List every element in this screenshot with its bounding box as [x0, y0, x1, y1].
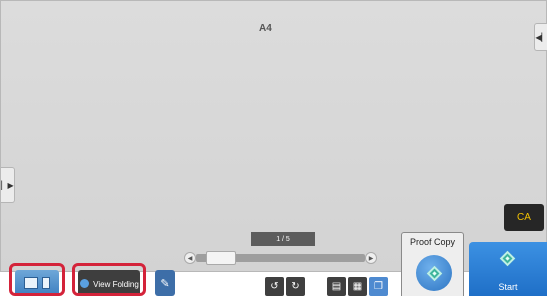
list-view-button[interactable]: ▤ [327, 277, 346, 296]
edit-icon: ✎ [160, 277, 170, 290]
start-diamond-icon [426, 265, 442, 281]
clear-all-button[interactable]: CA [504, 204, 544, 231]
single-view-icon: ❐ [374, 281, 383, 292]
highlight-frame-view-folding [72, 263, 146, 296]
highlight-frame-mode [9, 263, 65, 296]
rotate-left-icon: ↺ [270, 281, 279, 292]
expand-right-arrow-icon: ▏▶ [1, 180, 14, 190]
proof-copy-start-circle[interactable] [416, 255, 452, 291]
list-view-icon: ▤ [331, 281, 342, 292]
grid-view-icon: ▦ [352, 281, 363, 292]
rotate-right-icon: ↻ [291, 281, 300, 292]
view-mode-group: ▤ ▦ ❐ [327, 277, 388, 296]
slider-next-arrow-icon[interactable]: ▶ [365, 252, 377, 264]
page-indicator: 1 / 5 [251, 232, 315, 246]
grid-view-button[interactable]: ▦ [348, 277, 367, 296]
preview-area: A4 ◀▏ ▏▶ CA 1 / 5 ◀ ▶ [0, 0, 547, 272]
start-label: Start [498, 282, 518, 292]
page-slider[interactable]: ◀ ▶ [184, 251, 377, 265]
expand-left-arrow-icon: ◀▏ [535, 32, 547, 42]
edit-button[interactable]: ✎ [155, 270, 175, 296]
rotate-group: ↺ ↻ [265, 277, 305, 296]
slider-prev-arrow-icon[interactable]: ◀ [184, 252, 196, 264]
single-view-button[interactable]: ❐ [369, 277, 388, 296]
rotate-right-button[interactable]: ↻ [286, 277, 305, 296]
proof-copy-button[interactable]: Proof Copy [401, 232, 464, 296]
rotate-left-button[interactable]: ↺ [265, 277, 284, 296]
paper-size-label: A4 [259, 23, 272, 34]
right-panel-toggle[interactable]: ◀▏ [534, 23, 547, 51]
proof-copy-label: Proof Copy [409, 237, 456, 247]
slider-thumb[interactable] [206, 251, 236, 265]
start-button[interactable]: Start [469, 242, 547, 296]
left-panel-toggle[interactable]: ▏▶ [1, 167, 15, 203]
start-diamond-icon [499, 250, 516, 267]
